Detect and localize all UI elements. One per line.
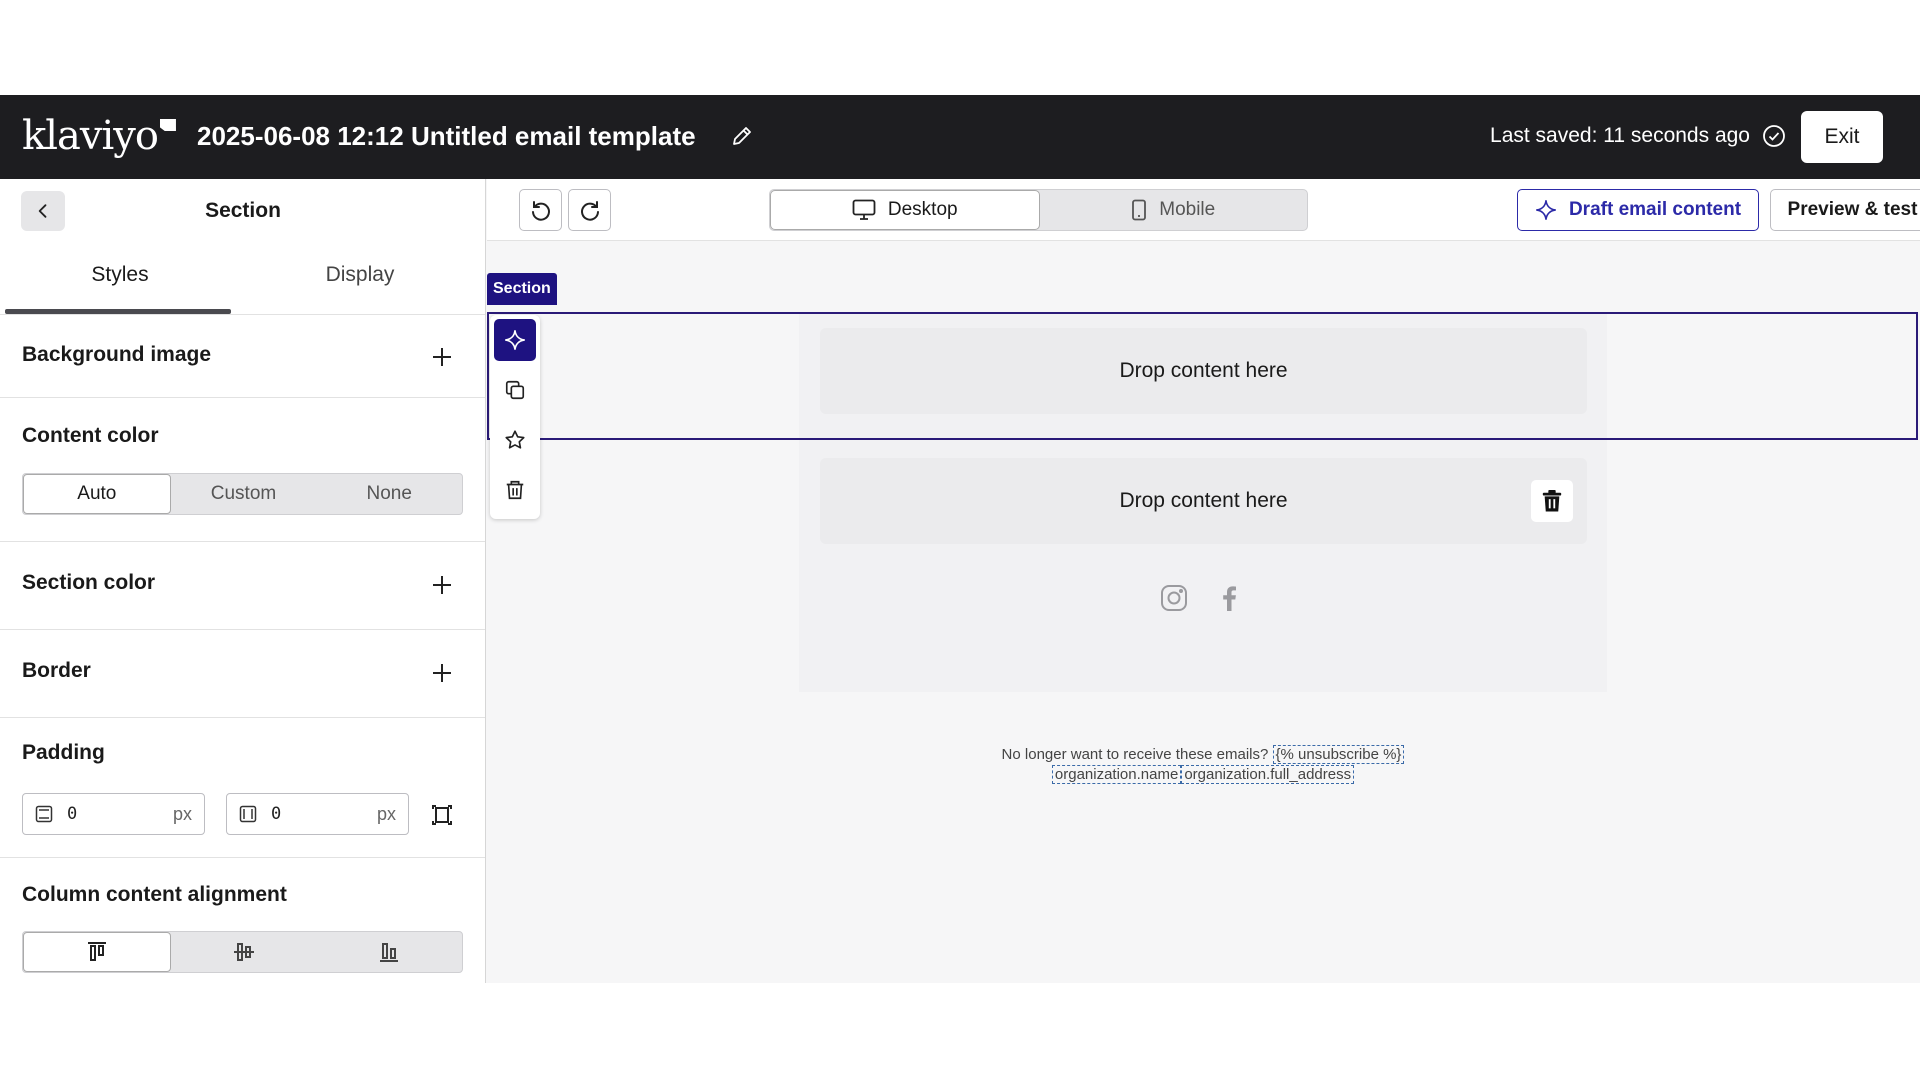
divider [0,857,485,858]
organization-name-tag[interactable]: organization.name [1051,765,1182,784]
horizontal-padding-icon [239,805,257,823]
delete-block-button[interactable] [1531,480,1573,522]
selected-section-outline[interactable] [487,312,1918,440]
top-header: klaviyo 2025-06-08 12:12 Untitled email … [0,95,1920,179]
divider [0,629,485,630]
organization-address-tag[interactable]: organization.full_address [1181,765,1355,784]
delete-section-button[interactable] [494,469,536,511]
footer-prefix: No longer want to receive these emails? [1001,746,1269,763]
desktop-icon [852,199,876,220]
instagram-icon[interactable] [1160,584,1188,612]
trash-icon [1542,490,1562,512]
content-color-none[interactable]: None [316,474,462,514]
editor-toolbar: Desktop Mobile Draft email content Previ… [487,179,1920,241]
align-bottom-icon [380,943,399,962]
tab-display[interactable]: Display [240,263,480,287]
email-canvas: Drop content here Drop content here Sect… [487,242,1920,983]
background-image-label: Background image [22,343,212,366]
add-background-image-icon[interactable] [430,345,454,369]
column-alignment-label: Column content alignment [22,883,287,906]
logo-flag-icon [159,119,176,131]
redo-button[interactable] [568,189,611,231]
view-mode-toggle: Desktop Mobile [769,189,1308,231]
template-title[interactable]: 2025-06-08 12:12 Untitled email template [197,121,696,152]
sparkle-icon [1535,200,1556,220]
last-saved-status: Last saved: 11 seconds ago [1490,124,1750,147]
padding-vertical-value: 0 [67,804,78,824]
tab-styles[interactable]: Styles [0,263,240,287]
mobile-label: Mobile [1159,199,1216,220]
undo-button[interactable] [519,189,562,231]
footer-unsubscribe-line: No longer want to receive these emails? … [799,745,1607,764]
divider [0,541,485,542]
content-color-selector: Auto Custom None [22,473,463,515]
align-top-option[interactable] [23,932,171,972]
draft-email-content-button[interactable]: Draft email content [1517,189,1759,231]
padding-horizontal-unit: px [376,804,396,824]
divider [0,397,485,398]
footer-organization-line: organization.name organization.full_addre… [799,765,1607,784]
mobile-icon [1132,199,1147,221]
sparkle-icon [505,330,525,350]
padding-label: Padding [22,741,105,764]
trash-icon [506,480,524,500]
add-section-color-icon[interactable] [430,573,454,597]
check-circle-icon [1763,125,1785,147]
star-icon [505,430,525,449]
desktop-label: Desktop [887,199,958,220]
drop-zone-2[interactable]: Drop content here [820,458,1587,544]
panel-title: Section [205,199,281,222]
content-color-label: Content color [22,424,159,447]
padding-vertical-field[interactable]: 0 px [22,793,205,835]
duplicate-icon [505,380,525,400]
padding-vertical-unit: px [172,804,192,824]
add-border-icon[interactable] [430,661,454,685]
ai-sparkle-button[interactable] [494,319,536,361]
padding-individual-sides-icon[interactable] [430,803,454,827]
preview-test-button[interactable]: Preview & test [1770,189,1920,231]
section-settings-panel: Section Styles Display Background image … [0,179,486,983]
align-middle-icon [233,943,254,961]
pencil-icon[interactable] [730,124,754,148]
mobile-view-option[interactable]: Mobile [1040,190,1308,230]
facebook-icon[interactable] [1216,584,1244,612]
klaviyo-logo: klaviyo [22,113,176,159]
align-bottom-option[interactable] [316,932,462,972]
logo-text: klaviyo [22,113,159,159]
padding-horizontal-value: 0 [271,804,282,824]
divider [0,717,485,718]
draft-button-label: Draft email content [1568,199,1742,220]
section-tools [490,315,540,519]
align-middle-option[interactable] [171,932,317,972]
redo-icon [580,201,599,221]
section-tag: Section [487,273,557,305]
save-section-button[interactable] [494,419,536,461]
content-color-custom[interactable]: Custom [171,474,317,514]
vertical-padding-icon [35,805,53,823]
duplicate-section-button[interactable] [494,369,536,411]
tab-divider [0,314,485,315]
border-label: Border [22,659,91,682]
desktop-view-option[interactable]: Desktop [770,190,1040,230]
unsubscribe-tag[interactable]: {% unsubscribe %} [1272,745,1405,764]
padding-horizontal-field[interactable]: 0 px [226,793,409,835]
column-alignment-selector [22,931,463,973]
align-top-icon [87,942,106,961]
email-editor-app: klaviyo 2025-06-08 12:12 Untitled email … [0,95,1920,983]
exit-button[interactable]: Exit [1801,111,1883,163]
section-color-label: Section color [22,571,156,594]
undo-icon [531,201,550,221]
content-color-auto[interactable]: Auto [23,474,171,514]
